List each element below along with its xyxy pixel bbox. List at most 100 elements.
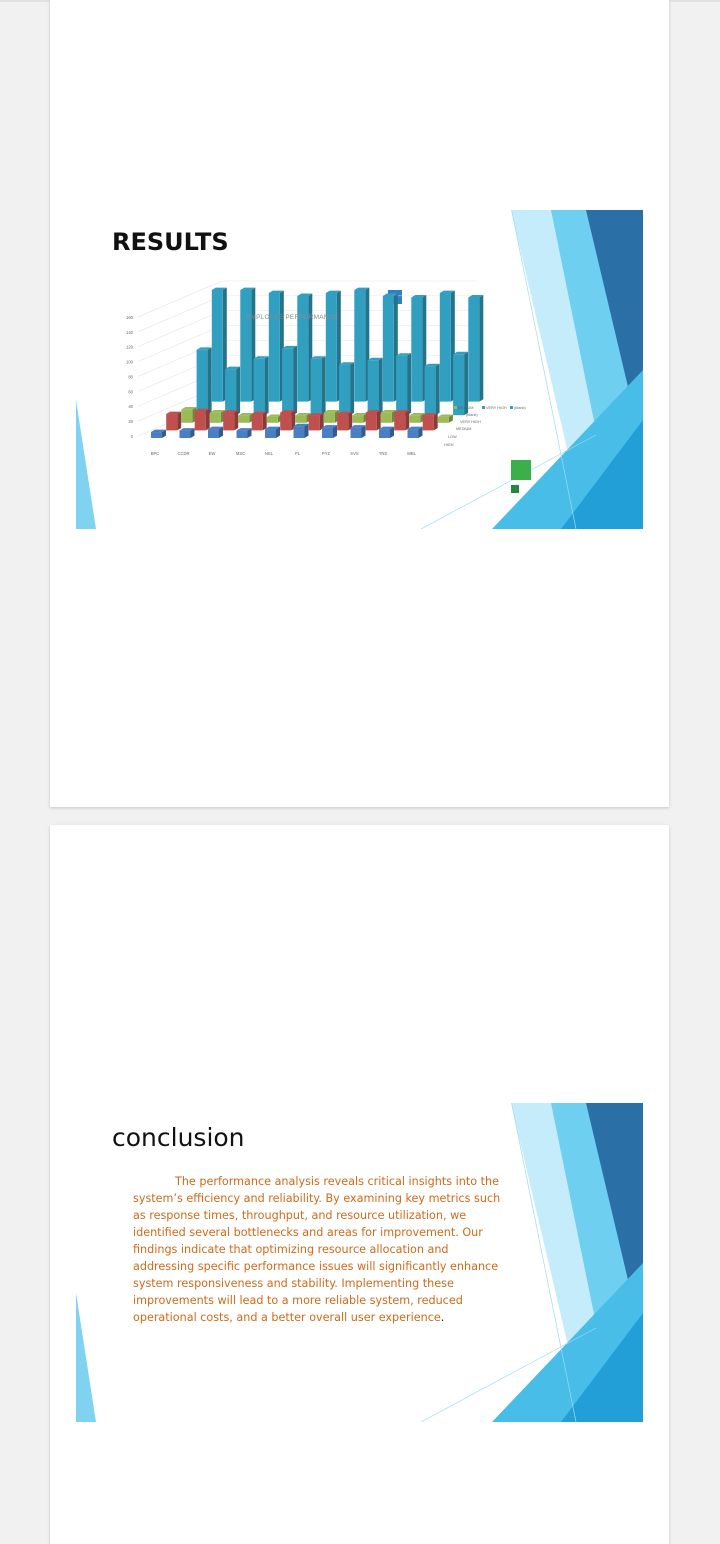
bar-very-high-pyz <box>367 360 379 416</box>
bar-low-msc <box>251 414 263 431</box>
bar-high-wbl <box>407 429 419 438</box>
x-tick-label: BPC <box>151 451 160 456</box>
bar-medium-ccdr <box>209 412 221 423</box>
bar--blank--bpc <box>211 290 223 402</box>
bar--blank--ccdr <box>240 290 252 402</box>
bar-side <box>405 410 410 431</box>
legend-swatch <box>482 406 485 409</box>
bar-medium-nel <box>295 415 307 423</box>
y-tick-label: 160 <box>126 315 134 320</box>
depth-axis-label: MEDIUM <box>456 427 471 431</box>
bar-side <box>264 356 269 416</box>
bar-medium-pyz <box>352 415 364 423</box>
bar-high-pl <box>293 426 305 438</box>
x-tick-label: PYZ <box>322 451 331 456</box>
bar-low-bpc <box>166 414 178 431</box>
bar-high-pyz <box>322 427 333 438</box>
gridline-side <box>137 295 223 333</box>
bar-low-ew <box>223 412 235 431</box>
slide-title: conclusion <box>112 1123 245 1152</box>
y-tick-label: 20 <box>128 419 133 424</box>
bar-side <box>293 345 298 416</box>
bar-very-high-svs <box>396 355 408 416</box>
bar-very-high-pl <box>339 364 351 416</box>
bar-side <box>378 357 383 416</box>
bar-side <box>350 362 355 416</box>
legend-swatch <box>454 406 457 409</box>
bar--blank--pl <box>354 290 366 402</box>
x-tick-label: TNS <box>379 451 388 456</box>
bar-side <box>407 353 412 416</box>
bar--blank--msc <box>297 295 309 402</box>
bar-medium-ew <box>238 415 250 423</box>
bar--blank--tns <box>439 292 451 402</box>
bar--blank--pyz <box>382 295 394 402</box>
bar-side <box>262 411 267 431</box>
employee-performance-chart: 0 20 40 60 80 100 120 140 160 BPC CCDR EW MSC NEL PL PY… <box>126 280 526 456</box>
bar-low-svs <box>365 412 377 431</box>
bar-medium-bpc <box>181 409 193 423</box>
bar-side <box>376 410 381 431</box>
conclusion-body: The performance analysis reveals critica… <box>133 1175 501 1324</box>
x-tick-label: MSC <box>236 451 245 456</box>
left-accent-shape <box>76 1293 96 1422</box>
depth-axis-label: (blank) <box>466 413 478 417</box>
legend-label: VERY HIGH <box>486 406 507 410</box>
gridline-side <box>137 310 223 347</box>
x-tick-label: CCDR <box>177 451 189 456</box>
bar-side <box>479 295 484 402</box>
bar-side <box>177 411 182 431</box>
y-tick-label: 140 <box>126 330 134 335</box>
y-tick-label: 60 <box>128 389 133 394</box>
y-tick-label: 0 <box>131 434 134 439</box>
bar-very-high-tns <box>424 366 436 416</box>
document-page-1: RESULTS 0 20 40 60 80 100 120 140 160 BPC CCDR EW MS… <box>50 0 669 807</box>
bar-high-nel <box>265 429 276 438</box>
bar--blank--wbl <box>468 297 480 402</box>
chart-title: EMPLOYEE PERFORMANCE <box>246 314 339 321</box>
bar-very-high-bpc <box>196 349 208 416</box>
bar-medium-svs <box>380 412 392 423</box>
y-tick-label: 120 <box>126 345 134 350</box>
x-tick-label: PL <box>295 451 301 456</box>
x-tick-label: EW <box>209 451 216 456</box>
x-tick-label: SVS <box>350 451 359 456</box>
bar-high-bpc <box>151 432 162 438</box>
bar-low-pl <box>308 415 320 431</box>
bar-side <box>435 363 440 416</box>
bar-low-nel <box>280 412 292 431</box>
bar-side <box>321 356 326 416</box>
bar-low-ccdr <box>194 411 206 431</box>
conclusion-paragraph: The performance analysis reveals critica… <box>133 1173 511 1326</box>
bar-side <box>433 413 438 431</box>
bar-medium-wbl <box>437 416 449 423</box>
depth-axis-label: HIGH <box>444 443 454 447</box>
bar-low-pyz <box>337 414 349 431</box>
bar--blank--ew <box>268 292 280 402</box>
y-tick-label: 100 <box>126 360 134 365</box>
bar-medium-pl <box>323 412 335 423</box>
bar-low-tns <box>394 412 406 431</box>
legend-label: MEDIUM <box>458 406 473 410</box>
x-tick-label: NEL <box>265 451 274 456</box>
bar-very-high-ccdr <box>225 369 237 416</box>
gridline-side <box>137 280 223 318</box>
bar-high-tns <box>379 429 390 438</box>
document-page-2: conclusion The performance analysis reve… <box>50 825 669 1544</box>
bar-high-msc <box>236 430 248 438</box>
bar-side <box>304 423 309 438</box>
legend-label: (blank) <box>514 406 526 410</box>
bar-very-high-ew <box>253 358 265 416</box>
bar-very-high-msc <box>282 348 294 416</box>
bar-medium-msc <box>266 416 278 423</box>
bar-high-ew <box>208 429 219 438</box>
bar-high-svs <box>350 427 362 438</box>
slide-conclusion: conclusion The performance analysis reve… <box>76 1103 643 1422</box>
bar-side <box>236 366 241 416</box>
bar-high-ccdr <box>179 430 191 438</box>
bar--blank--nel <box>325 292 337 402</box>
slide-results: RESULTS 0 20 40 60 80 100 120 140 160 BPC CCDR EW MS… <box>76 210 643 529</box>
bar-low-wbl <box>422 415 434 431</box>
depth-axis-label: VERY HIGH <box>460 420 481 424</box>
legend-swatch <box>510 406 513 409</box>
